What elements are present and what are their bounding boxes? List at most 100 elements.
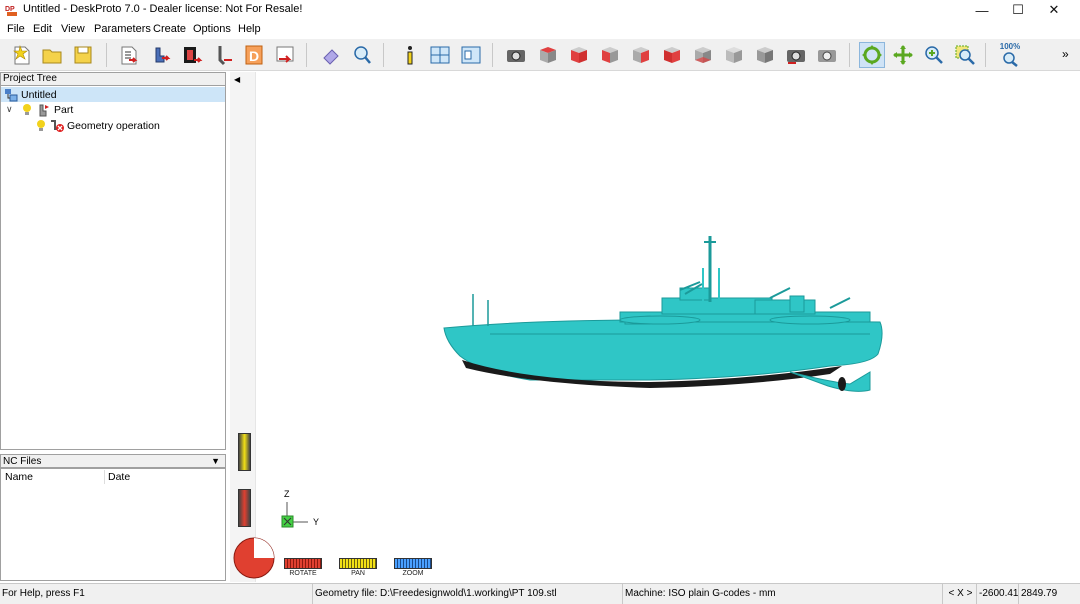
menu-parameters[interactable]: Parameters (94, 23, 151, 35)
new-project-icon (13, 44, 30, 65)
maximize-button[interactable]: ☐ (1000, 0, 1036, 20)
camera-export-icon (787, 50, 805, 64)
menu-view[interactable]: View (61, 23, 85, 35)
nc-column-date[interactable]: Date (108, 471, 130, 483)
tree-item-untitled[interactable]: Untitled (1, 87, 225, 102)
tree-label-part: Part (54, 103, 74, 116)
properties-button[interactable] (458, 42, 484, 68)
pan-label: PAN (351, 570, 365, 577)
axis-label-y: Y (313, 517, 319, 527)
camera-icon (507, 50, 525, 62)
cube-iso-icon (726, 47, 742, 63)
tree-label-untitled: Untitled (21, 88, 57, 101)
project-icon (5, 88, 18, 101)
magnifier-icon (354, 46, 371, 64)
view-iso-button[interactable] (721, 42, 747, 68)
view-back-button[interactable] (659, 42, 685, 68)
cube-bottom-icon (695, 47, 711, 63)
import-geometry-button[interactable] (116, 42, 142, 68)
close-button[interactable]: ✕ (1036, 0, 1072, 20)
rotate-mode-button[interactable] (859, 42, 885, 68)
info-icon (407, 46, 413, 65)
minimize-button[interactable]: — (964, 0, 1000, 20)
erase-button[interactable] (318, 42, 344, 68)
send-file-icon (276, 46, 294, 63)
cube-iso2-icon (757, 47, 773, 63)
part-parameters-button[interactable] (148, 42, 174, 68)
status-machine: Machine: ISO plain G-codes - mm (622, 584, 932, 604)
camera-button[interactable] (503, 42, 529, 68)
pan-wheel[interactable] (339, 558, 377, 569)
create-nc-button[interactable]: D (241, 42, 267, 68)
nc-document-icon: D (245, 45, 263, 65)
new-project-button[interactable] (9, 42, 35, 68)
rotate-dial[interactable] (233, 537, 275, 579)
properties-icon (461, 46, 481, 64)
status-bar: For Help, press F1 Geometry file: D:\Fre… (0, 583, 1080, 604)
info-button[interactable] (396, 42, 422, 68)
view-top-button[interactable] (535, 42, 561, 68)
screenshot-button[interactable] (783, 42, 809, 68)
part-parameters-icon (155, 47, 171, 63)
zoom-mode-button[interactable] (921, 42, 947, 68)
nc-column-name[interactable]: Name (5, 471, 33, 483)
pan-arrows-icon (893, 45, 913, 65)
layout-button[interactable] (427, 42, 453, 68)
inspect-button[interactable] (349, 42, 375, 68)
dropdown-arrow-icon[interactable]: ▼ (211, 455, 220, 468)
menu-options[interactable]: Options (193, 23, 231, 35)
cube-left-icon (602, 47, 618, 63)
view-right-button[interactable] (628, 42, 654, 68)
nc-files-title: NC Files (3, 456, 42, 467)
save-icon (74, 46, 92, 64)
view-front-button[interactable] (566, 42, 592, 68)
zoom-window-button[interactable] (952, 42, 978, 68)
operation-parameters-button[interactable] (179, 42, 205, 68)
rotate-arrows-icon (862, 45, 882, 65)
pan-mode-button[interactable] (890, 42, 916, 68)
render-button[interactable] (814, 42, 840, 68)
project-tree-header: Project Tree (0, 72, 226, 85)
menu-help[interactable]: Help (238, 23, 261, 35)
operation-error-icon (51, 119, 64, 132)
toolpath-button[interactable] (210, 42, 236, 68)
view-bottom-button[interactable] (690, 42, 716, 68)
camera-render-icon (818, 50, 836, 62)
window-layout-icon (430, 46, 450, 64)
cube-back-icon (664, 47, 680, 63)
menu-edit[interactable]: Edit (33, 23, 52, 35)
status-axes: < X > (942, 584, 976, 604)
zoom-100-button[interactable]: 100% (997, 42, 1023, 68)
svg-text:DP: DP (5, 6, 15, 13)
status-geometry-file: Geometry file: D:\Freedesignwold\1.worki… (312, 584, 622, 604)
open-folder-icon (42, 49, 62, 64)
lightbulb-icon[interactable] (21, 103, 33, 117)
model-canvas: Z Y (233, 236, 883, 579)
status-coord-y: 2849.79 (1018, 584, 1058, 604)
menu-create[interactable]: Create (153, 23, 186, 35)
send-nc-button[interactable] (272, 42, 298, 68)
rotate-wheel[interactable] (284, 558, 322, 569)
svg-text:D: D (249, 48, 259, 64)
eraser-icon (323, 49, 339, 65)
project-tree-panel: Untitled ∨ Part Geometry operation (0, 85, 226, 450)
main-toolbar: D 100% » (0, 39, 1080, 71)
lightbulb-icon[interactable] (35, 119, 47, 133)
save-project-button[interactable] (70, 42, 96, 68)
zoom-wheel[interactable] (394, 558, 432, 569)
tree-item-geometry-operation[interactable]: Geometry operation (1, 118, 160, 133)
toolbar-overflow-button[interactable]: » (1062, 47, 1069, 61)
tree-label-geometry-operation: Geometry operation (67, 119, 160, 132)
status-coord-x: -2600.41 (976, 584, 1018, 604)
menu-file[interactable]: File (7, 23, 25, 35)
open-project-button[interactable] (39, 42, 65, 68)
rotate-label: ROTATE (289, 570, 317, 577)
collapse-chevron-icon[interactable]: ∨ (6, 104, 16, 115)
cube-right-icon (633, 47, 649, 63)
view-iso2-button[interactable] (752, 42, 778, 68)
tree-item-part[interactable]: ∨ Part (1, 102, 73, 117)
deskproto-app-icon: DP (5, 6, 17, 16)
nc-files-header[interactable]: NC Files ▼ (0, 454, 226, 468)
part-icon (39, 104, 49, 116)
view-left-button[interactable] (597, 42, 623, 68)
